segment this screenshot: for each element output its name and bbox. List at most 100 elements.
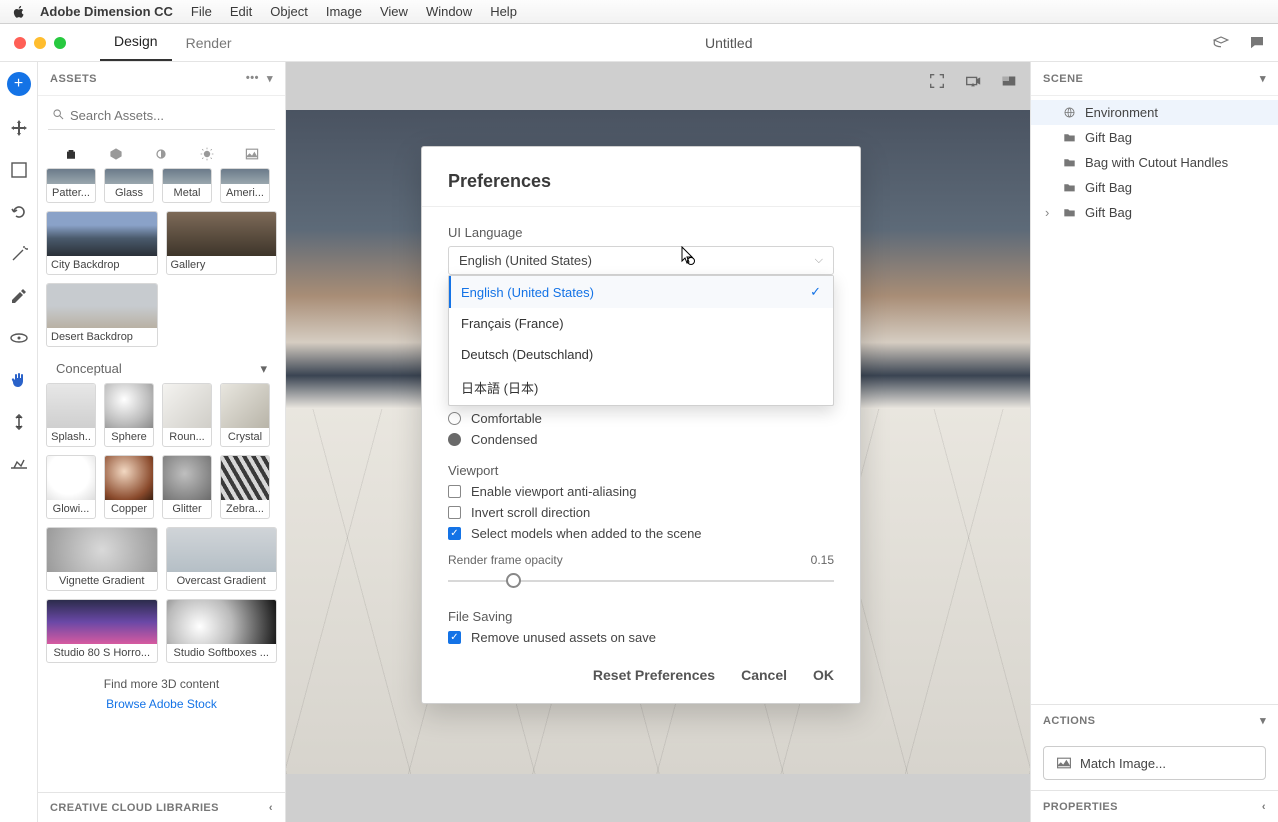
remove-unused-checkbox[interactable]: ✓Remove unused assets on save [448, 630, 834, 645]
assets-title: ASSETS [50, 73, 97, 85]
asset-item[interactable]: Zebra... [220, 455, 270, 519]
close-window-button[interactable] [14, 37, 26, 49]
asset-item[interactable]: Studio 80 S Horro... [46, 599, 158, 663]
pan-icon[interactable] [9, 370, 29, 390]
asset-item[interactable]: Roun... [162, 383, 212, 447]
mode-tabs: Design Render [80, 24, 246, 61]
language-option[interactable]: Français (France) [449, 308, 833, 339]
reset-preferences-button[interactable]: Reset Preferences [593, 667, 715, 683]
scene-item[interactable]: Environment [1031, 100, 1278, 125]
asset-item[interactable]: Sphere [104, 383, 154, 447]
menu-edit[interactable]: Edit [230, 4, 252, 19]
asset-item[interactable]: Splash.. [46, 383, 96, 447]
eyedropper-icon[interactable] [9, 286, 29, 306]
app-name: Adobe Dimension CC [40, 4, 173, 19]
menu-view[interactable]: View [380, 4, 408, 19]
learn-icon[interactable] [1212, 34, 1230, 52]
match-image-button[interactable]: Match Image... [1043, 746, 1266, 780]
section-collapse-icon[interactable]: ▾ [260, 361, 267, 377]
minimize-window-button[interactable] [34, 37, 46, 49]
asset-item[interactable]: Glowi... [46, 455, 96, 519]
image-icon [1056, 755, 1072, 771]
layout-comfortable-radio[interactable]: Comfortable [448, 411, 834, 426]
zoom-window-button[interactable] [54, 37, 66, 49]
undo-icon[interactable] [9, 202, 29, 222]
menu-help[interactable]: Help [490, 4, 517, 19]
language-option[interactable]: English (United States)✓ [449, 276, 833, 308]
expand-icon[interactable]: ‹ [269, 802, 273, 814]
chevron-down-icon: ⌵ [815, 254, 823, 267]
asset-item[interactable]: City Backdrop [46, 211, 158, 275]
browse-stock-link[interactable]: Browse Adobe Stock [46, 697, 277, 721]
ui-language-select[interactable]: English (United States) ⌵ English (Unite… [448, 246, 834, 275]
language-option[interactable]: 日本語 (日本) [449, 370, 833, 405]
assets-search-input[interactable] [48, 102, 275, 130]
panel-menu-icon[interactable]: ••• [246, 72, 259, 85]
move-tool-icon[interactable] [9, 118, 29, 138]
assets-tab-lights-icon[interactable] [153, 146, 169, 162]
check-icon: ✓ [810, 284, 821, 300]
asset-item[interactable]: Crystal [220, 383, 270, 447]
scene-panel-collapse-icon[interactable]: ▾ [1260, 72, 1266, 85]
tab-design[interactable]: Design [100, 25, 172, 61]
asset-item[interactable]: Overcast Gradient [166, 527, 278, 591]
language-option[interactable]: Deutsch (Deutschland) [449, 339, 833, 370]
properties-expand-icon[interactable]: ‹ [1262, 801, 1266, 813]
dolly-icon[interactable] [9, 412, 29, 432]
menu-window[interactable]: Window [426, 4, 472, 19]
layout-condensed-radio[interactable]: Condensed [448, 432, 834, 447]
scene-item[interactable]: Gift Bag [1031, 125, 1278, 150]
chevron-right-icon[interactable]: › [1045, 205, 1055, 220]
cursor-icon [680, 246, 696, 266]
asset-item[interactable]: Ameri... [220, 168, 270, 203]
viewport-checkbox[interactable]: Invert scroll direction [448, 505, 834, 520]
cc-libraries-title[interactable]: CREATIVE CLOUD LIBRARIES [50, 802, 219, 814]
feedback-icon[interactable] [1248, 34, 1266, 52]
assets-tab-models-icon[interactable] [63, 146, 79, 162]
cancel-button[interactable]: Cancel [741, 667, 787, 683]
camera-bookmark-icon[interactable] [964, 72, 982, 90]
scene-item[interactable]: Bag with Cutout Handles [1031, 150, 1278, 175]
asset-item[interactable]: Metal [162, 168, 212, 203]
scene-hierarchy: EnvironmentGift BagBag with Cutout Handl… [1031, 96, 1278, 229]
menu-file[interactable]: File [191, 4, 212, 19]
assets-tab-environments-icon[interactable] [199, 146, 215, 162]
folder-icon [1063, 131, 1077, 144]
viewport-label: Viewport [448, 463, 834, 478]
scene-item-label: Gift Bag [1085, 130, 1132, 145]
asset-item[interactable]: Vignette Gradient [46, 527, 158, 591]
asset-item[interactable]: Glitter [162, 455, 212, 519]
magic-wand-icon[interactable] [9, 244, 29, 264]
actions-collapse-icon[interactable]: ▾ [1260, 714, 1266, 727]
menu-image[interactable]: Image [326, 4, 362, 19]
tab-render[interactable]: Render [172, 27, 246, 61]
scene-item-label: Gift Bag [1085, 205, 1132, 220]
assets-tab-images-icon[interactable] [244, 146, 260, 162]
collapse-icon[interactable]: ▾ [267, 72, 273, 85]
asset-item[interactable]: Patter... [46, 168, 96, 203]
asset-item[interactable]: Desert Backdrop [46, 283, 158, 347]
asset-item[interactable]: Copper [104, 455, 154, 519]
menu-object[interactable]: Object [270, 4, 308, 19]
language-dropdown: English (United States)✓Français (France… [448, 275, 834, 406]
asset-item[interactable]: Glass [104, 168, 154, 203]
render-preview-icon[interactable] [1000, 72, 1018, 90]
viewport-checkbox[interactable]: ✓Select models when added to the scene [448, 526, 834, 541]
ok-button[interactable]: OK [813, 667, 834, 683]
folder-icon [1063, 206, 1077, 219]
asset-item[interactable]: Studio Softboxes ... [166, 599, 278, 663]
scene-item[interactable]: › Gift Bag [1031, 200, 1278, 225]
scene-item[interactable]: Gift Bag [1031, 175, 1278, 200]
add-button[interactable]: + [7, 72, 31, 96]
asset-item[interactable]: Gallery [166, 211, 278, 275]
orbit-icon[interactable] [9, 328, 29, 348]
horizon-icon[interactable] [9, 454, 29, 474]
viewport-checkbox[interactable]: Enable viewport anti-aliasing [448, 484, 834, 499]
frame-icon[interactable] [928, 72, 946, 90]
ui-language-value: English (United States) [459, 253, 592, 268]
assets-tab-materials-icon[interactable] [108, 146, 124, 162]
tool-rail: + [0, 62, 38, 822]
select-tool-icon[interactable] [9, 160, 29, 180]
globe-icon [1063, 106, 1077, 119]
render-opacity-slider[interactable] [448, 571, 834, 591]
